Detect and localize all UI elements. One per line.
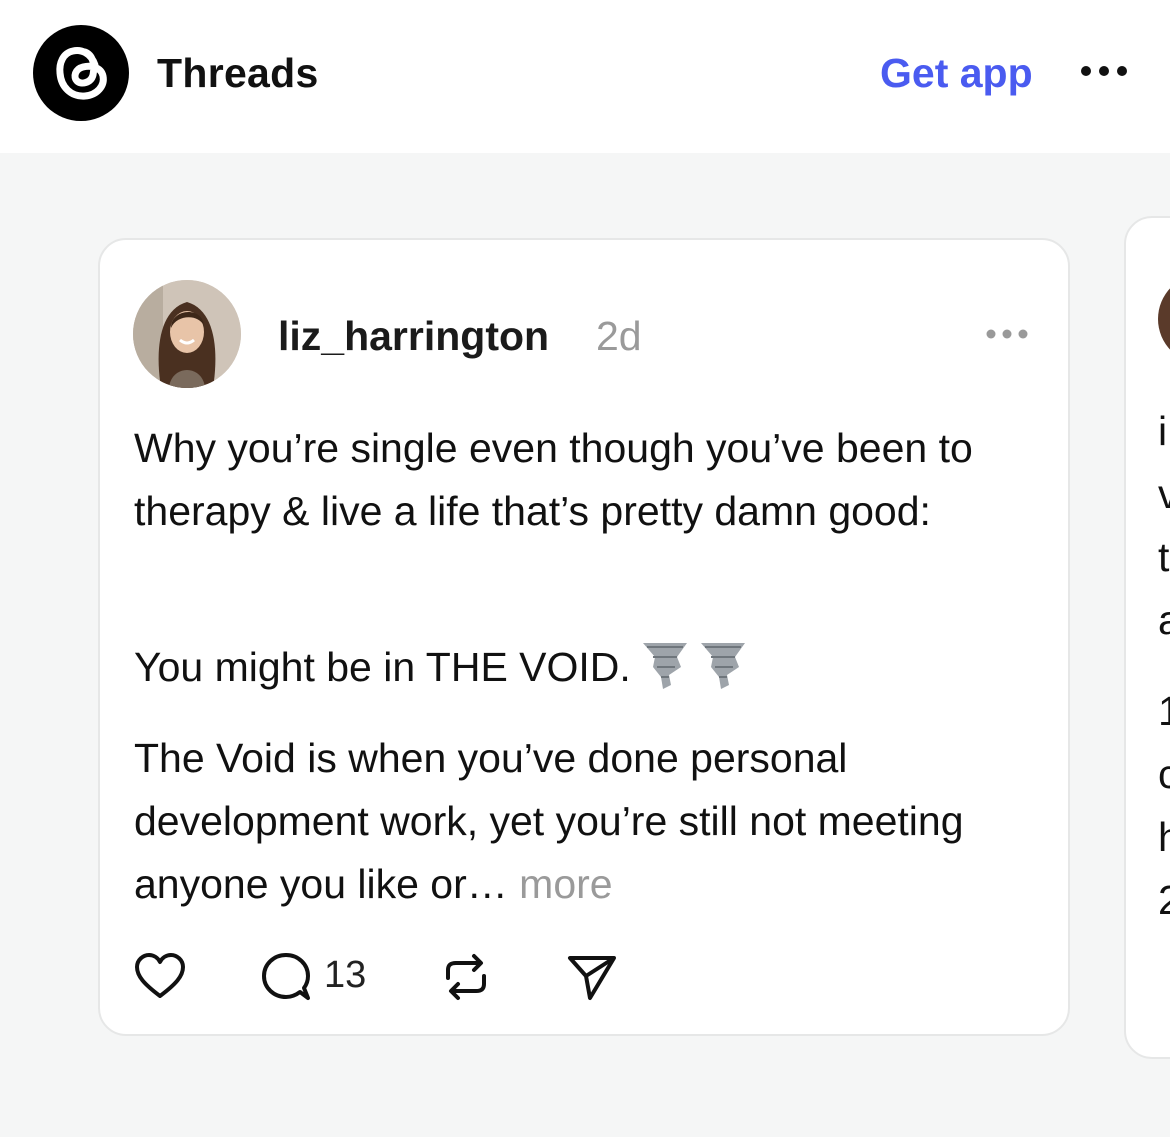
next-post-text: 1 [1158, 688, 1170, 735]
next-post-text: h [1158, 814, 1170, 861]
post-paragraph-2-text: You might be in THE VOID. [134, 644, 631, 690]
get-app-link[interactable]: Get app [880, 50, 1033, 97]
avatar[interactable] [133, 280, 241, 388]
post-actions: 13 [134, 952, 734, 1002]
next-post-text: i [1158, 408, 1168, 454]
next-post-text: t [1158, 534, 1170, 580]
post-timestamp: 2d [596, 313, 642, 359]
post-username[interactable]: liz_harrington [278, 313, 549, 360]
heart-icon[interactable] [134, 952, 186, 1002]
brand-name: Threads [157, 50, 319, 96]
threads-logo-icon[interactable] [33, 25, 129, 121]
next-post-text: c [1158, 751, 1170, 798]
more-link[interactable]: more [519, 861, 612, 907]
post-more-icon[interactable] [986, 328, 1028, 340]
post-paragraph-3: The Void is when you’ve done personal de… [134, 727, 1044, 916]
next-post-text: v [1158, 471, 1170, 518]
more-horizontal-icon[interactable] [1080, 64, 1128, 78]
top-bar: Threads Get app [0, 0, 1170, 153]
tornado-emoji-icon [642, 643, 687, 689]
next-post-card[interactable]: i v t a 1 c h 2 [1124, 216, 1170, 1059]
next-post-text: a [1158, 597, 1170, 644]
repost-icon[interactable] [440, 952, 492, 1002]
post-card[interactable]: liz_harrington 2d Why you’re single even… [98, 238, 1070, 1036]
comment-icon[interactable] [260, 952, 312, 1002]
post-paragraph-2: You might be in THE VOID. [134, 636, 1044, 699]
share-icon[interactable] [566, 952, 618, 1002]
post-paragraph-1: Why you’re single even though you’ve bee… [134, 425, 973, 534]
reply-count: 13 [324, 954, 367, 996]
next-post-text: 2 [1158, 877, 1170, 924]
tornado-emoji-icon [700, 643, 745, 689]
avatar[interactable] [1158, 274, 1170, 364]
